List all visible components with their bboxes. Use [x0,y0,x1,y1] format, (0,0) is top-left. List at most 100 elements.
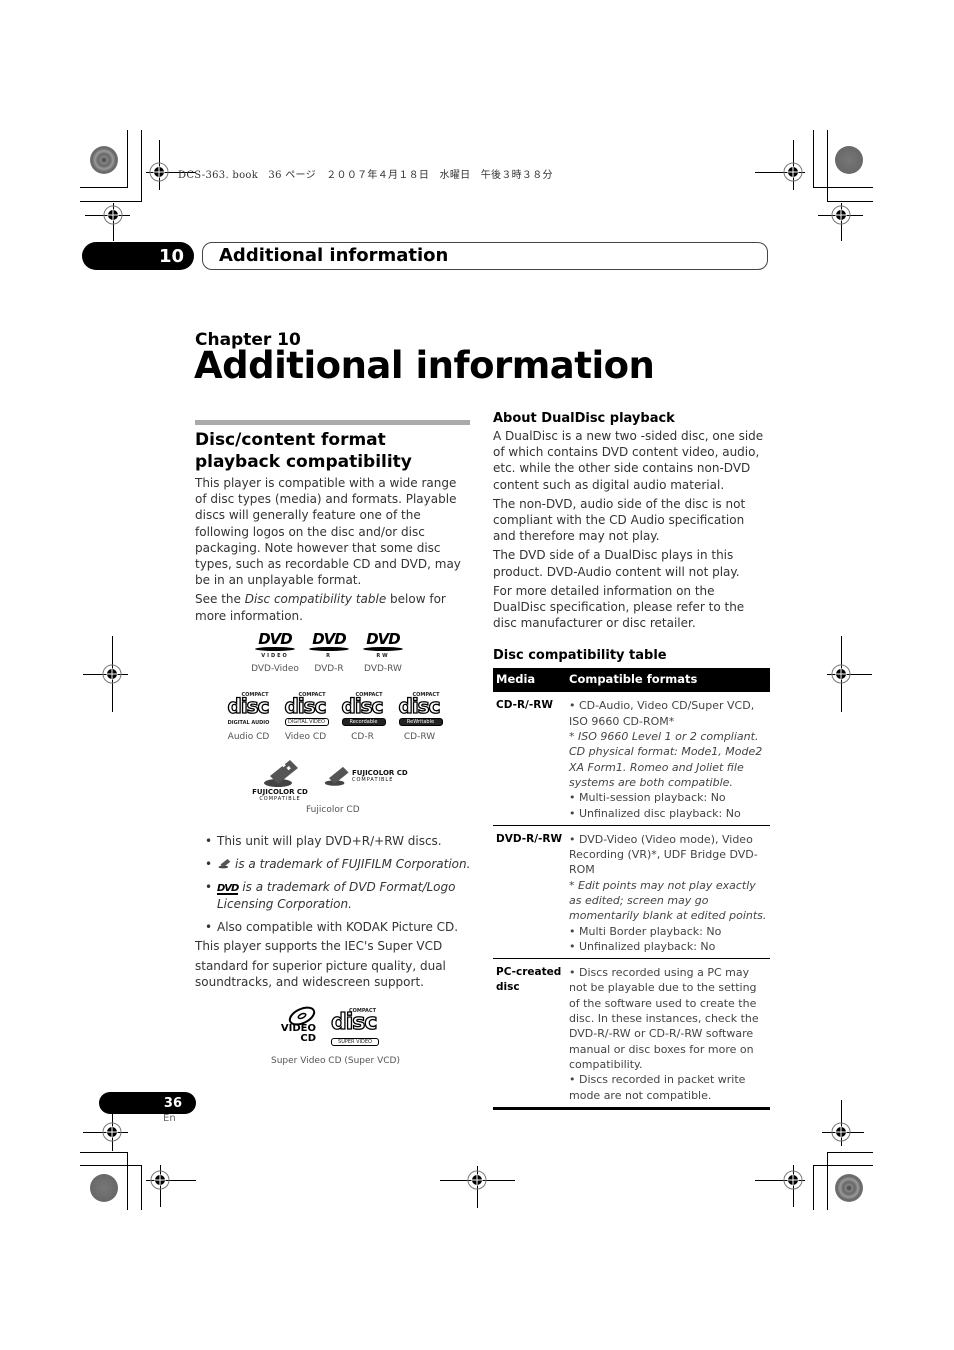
logo-caption: Video CD [284,732,327,742]
logo-caption: DVD-R [314,664,344,674]
fujicolor-logo-horizontal: FUJICOLOR CD COMPATIBLE [322,765,408,787]
svcd-paragraph-continued: standard for superior picture quality, d… [195,959,446,990]
registration-mark-icon [467,1170,487,1190]
table-header-row: Media Compatible formats [493,668,770,693]
compact-disc-logo-icon: COMPACT disc DIGITAL AUDIO [227,692,270,726]
table-row: PC-created disc • Discs recorded using a… [493,959,770,1109]
crop-mark [827,201,873,202]
dvd-video-logo: DVD VIDEO DVD-Video [251,632,299,675]
crop-mark [141,1165,142,1210]
registration-mark-icon [831,664,851,684]
crop-mark [80,1165,142,1166]
table-row: DVD-R/-RW • DVD-Video (Video mode), Vide… [493,825,770,959]
registration-mark-icon [783,162,803,182]
super-vcd-logos: VIDEO CD COMPACT disc SUPER VIDEO [280,1006,379,1046]
logo-caption: DVD-Video [251,664,299,674]
page-title: Additional information [194,344,655,387]
running-header-title: Additional information [202,242,768,270]
logo-caption: CD-RW [403,732,436,742]
compact-disc-logo-icon: COMPACT disc ReWritable [398,692,443,726]
print-slug: DCS-363. book 36 ページ ２００７年４月１８日 水曜日 午後３時… [178,170,553,181]
crop-mark [127,130,128,188]
crop-mark [813,187,873,188]
list-item: is a trademark of FUJIFILM Corporation. [195,856,475,872]
chapter-number-tab: 10 [82,242,194,270]
video-cd-logo: VIDEO CD [280,1006,316,1046]
media-cell: DVD-R/-RW [496,832,563,845]
film-disc-icon [324,766,349,786]
dvd-logo-icon: DVD RW [361,632,405,659]
registration-mark-icon [831,1122,851,1142]
dvd-r-logo: DVD R DVD-R [307,632,351,674]
cd-logo-row: COMPACT disc DIGITAL AUDIO Audio CD COMPAC… [226,692,443,742]
crop-mark [813,1165,814,1210]
registration-mark-icon [149,162,169,182]
color-rosette-icon [90,146,118,174]
crop-mark [827,130,828,202]
dualdisc-paragraph: The non-DVD, audio side of the disc is n… [493,496,746,544]
logo-caption: DVD-RW [364,664,402,674]
dvd-rw-logo: DVD RW DVD-RW [361,632,405,674]
registration-mark-icon [102,664,122,684]
table-reference-link: Disc compatibility table [244,592,387,607]
registration-mark-icon [150,1170,170,1190]
crop-mark [827,1152,828,1210]
registration-mark-icon [103,205,123,225]
dvd-logo-row: DVD VIDEO DVD-Video DVD R DVD-R DVD RW DVD-… [251,632,405,675]
column-header-formats: Compatible formats [566,668,770,693]
notes-list: This unit will play DVD+R/+RW discs. is … [195,833,475,935]
dvd-logo-icon: DVD VIDEO [253,632,297,659]
list-item: DVDis a trademark of DVD Format/Logo Lic… [195,879,475,911]
left-column: Disc/content format playback compatibili… [195,420,470,627]
intro-paragraph: This player is compatible with a wide ra… [195,476,461,588]
logo-caption: Audio CD [227,732,270,742]
color-rosette-icon [835,1174,863,1202]
registration-mark-icon [783,1170,803,1190]
crop-mark [80,187,128,188]
list-item: Also compatible with KODAK Picture CD. [195,919,475,935]
see-prefix: See the [195,592,245,607]
crop-mark [80,1152,128,1153]
dvd-logo-icon: DVD R [307,632,351,659]
column-header-media: Media [493,668,566,693]
registration-mark-icon [831,205,851,225]
logo-caption: Fujicolor CD [306,805,360,815]
super-video-cd-logo: COMPACT disc SUPER VIDEO [330,1008,379,1046]
fujicolor-mark-icon [218,859,231,869]
crop-mark [80,201,142,202]
dualdisc-paragraph: The DVD side of a DualDisc plays in this… [493,548,740,579]
dualdisc-paragraph: For more detailed information on the Dua… [493,583,745,631]
compact-disc-logo-icon: COMPACT disc DIGITAL VIDEO [284,692,329,726]
disc-compatibility-table: Media Compatible formats CD-R/-RW • CD-A… [493,668,770,1109]
crop-mark [813,130,814,188]
formats-cell: • CD-Audio, Video CD/Super VCD, ISO 9660… [569,699,763,820]
crop-mark [141,130,142,202]
video-cd-logo: COMPACT disc DIGITAL VIDEO Video CD [283,692,329,742]
fujicolor-logo-vertical: FUJICOLOR CD COMPATIBLE [252,758,308,802]
page-language: En [163,1113,176,1124]
right-column: About DualDisc playback A DualDisc is a … [493,410,770,1110]
audio-cd-logo: COMPACT disc DIGITAL AUDIO Audio CD [226,692,271,742]
cd-rw-logo: COMPACT disc ReWritable CD-RW [397,692,443,742]
see-table-paragraph: See the Disc compatibility table below f… [195,591,470,623]
compact-disc-logo-icon: COMPACT disc Recordable [341,692,386,726]
list-item: This unit will play DVD+R/+RW discs. [195,833,475,849]
dvd-mark-icon: DVD [217,883,239,896]
color-patch-icon [835,146,863,174]
logo-caption: Super Video CD (Super VCD) [271,1056,401,1066]
crop-mark [127,1152,128,1210]
formats-cell: • Discs recorded using a PC may not be p… [569,966,759,1102]
color-patch-icon [90,1174,118,1202]
page-number: 36 [99,1092,196,1114]
cd-r-logo: COMPACT disc Recordable CD-R [340,692,386,742]
media-cell: CD-R/-RW [496,699,553,712]
film-disc-icon [264,760,298,787]
media-cell: PC-created disc [496,966,562,994]
crop-mark [827,1152,873,1153]
crop-mark [813,1165,873,1166]
svcd-paragraph: This player supports the IEC's Super VCD [195,939,443,954]
section-rule [195,420,470,425]
table-row: CD-R/-RW • CD-Audio, Video CD/Super VCD,… [493,692,770,826]
logo-caption: CD-R [351,732,374,742]
registration-mark-icon [102,1122,122,1142]
